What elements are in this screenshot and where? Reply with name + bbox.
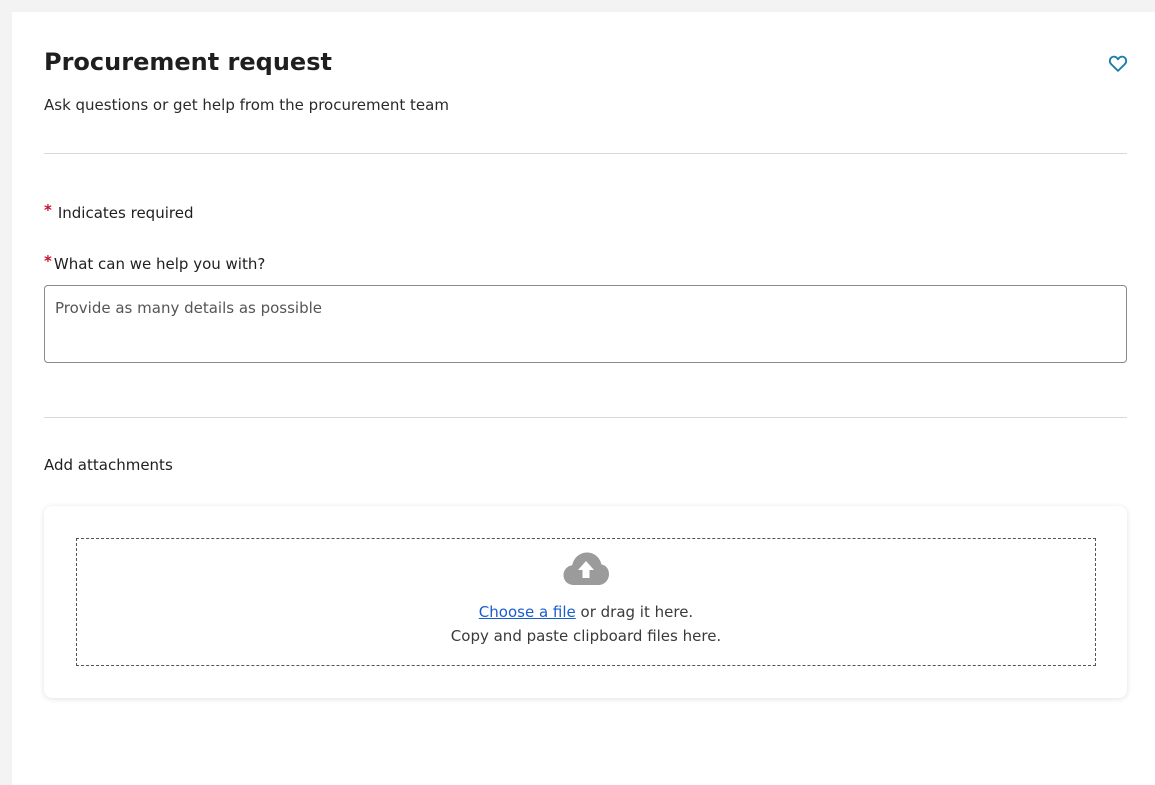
page-subtitle: Ask questions or get help from the procu…	[44, 96, 449, 114]
required-star: *	[44, 252, 52, 270]
dropzone-line1: Choose a file or drag it here.	[77, 601, 1095, 623]
page-title: Procurement request	[44, 48, 332, 76]
question-label: * What can we help you with?	[44, 253, 265, 275]
form-card: Procurement request Ask questions or get…	[12, 12, 1155, 785]
question-label-text: What can we help you with?	[53, 255, 266, 273]
drag-text: or drag it here.	[575, 603, 694, 621]
attachments-card: Choose a file or drag it here. Copy and …	[44, 506, 1127, 698]
cloud-upload-icon	[562, 549, 610, 589]
required-note-text: Indicates required	[57, 204, 194, 222]
heart-outline-icon[interactable]	[1107, 52, 1129, 74]
section-divider	[44, 417, 1127, 418]
required-star: *	[44, 201, 52, 219]
form-header: Procurement request Ask questions or get…	[44, 46, 1129, 116]
required-note: * Indicates required	[44, 202, 193, 224]
attachments-label: Add attachments	[44, 456, 173, 474]
header-divider	[44, 153, 1127, 154]
question-textarea[interactable]	[44, 285, 1127, 363]
choose-file-link[interactable]: Choose a file	[479, 603, 576, 621]
paste-text: Copy and paste clipboard files here.	[450, 627, 722, 645]
file-dropzone[interactable]: Choose a file or drag it here. Copy and …	[76, 538, 1096, 666]
